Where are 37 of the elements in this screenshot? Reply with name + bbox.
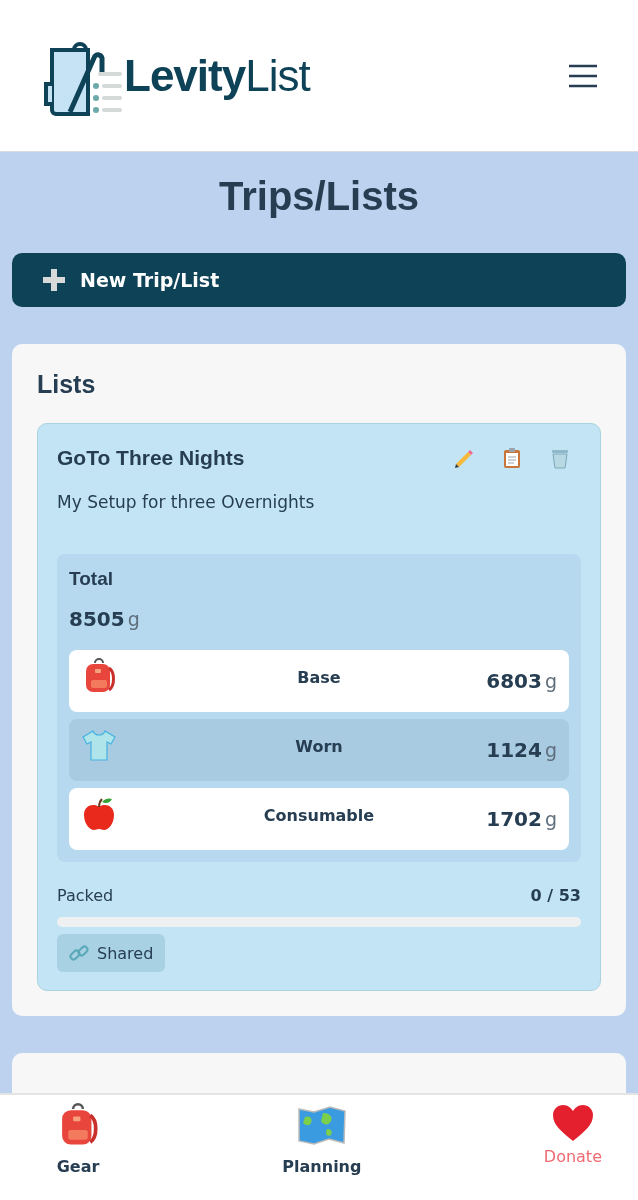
category-label: Consumable	[263, 805, 375, 825]
category-weight: 1124	[486, 738, 542, 762]
shared-label: Shared	[97, 943, 154, 963]
weight-unit: g	[544, 739, 557, 761]
link-icon	[69, 943, 89, 963]
map-icon	[296, 1103, 347, 1147]
category-weight: 1702	[486, 807, 542, 831]
weight-category-row[interactable]: Worn 1124 g	[69, 719, 569, 781]
heart-icon	[550, 1103, 595, 1143]
packed-count: 0 / 53	[530, 886, 581, 905]
list-description: My Setup for three Overnights	[57, 492, 316, 512]
weight-category-row[interactable]: Consumable 1702 g	[69, 788, 569, 850]
total-weight: 8505	[69, 607, 125, 631]
pencil-icon[interactable]	[453, 447, 475, 469]
app-logo-text: LevityList	[124, 50, 310, 101]
total-label: Total	[69, 568, 114, 590]
category-weight: 6803	[486, 669, 542, 693]
clipboard-icon[interactable]	[501, 447, 523, 469]
menu-icon[interactable]	[568, 62, 598, 89]
weight-unit: g	[127, 608, 140, 630]
trash-icon[interactable]	[549, 447, 571, 469]
t-shirt-icon	[81, 727, 117, 763]
plus-icon	[42, 268, 66, 292]
apple-icon	[81, 796, 117, 832]
packed-label: Packed	[57, 886, 114, 905]
weight-unit: g	[544, 808, 557, 830]
weight-category-row[interactable]: Base 6803 g	[69, 650, 569, 712]
category-label: Worn	[295, 736, 343, 756]
category-label: Base	[297, 667, 341, 687]
nav-tab[interactable]: Planning	[276, 1095, 368, 1200]
list-name: GoTo Three Nights	[57, 446, 245, 470]
page-title: Trips/Lists	[217, 174, 421, 219]
list-card[interactable]: GoTo Three Nights My Setup for three Overnights Total 8505 g Base 6803 g Worn 1124 g Consumable 1702 g Packed 0 / 53 Shared	[37, 423, 601, 991]
section-title: Lists	[37, 370, 97, 399]
weight-unit: g	[544, 670, 557, 692]
new-trip-button[interactable]: New Trip/List	[12, 253, 626, 307]
nav-tab[interactable]: Gear	[50, 1095, 106, 1200]
